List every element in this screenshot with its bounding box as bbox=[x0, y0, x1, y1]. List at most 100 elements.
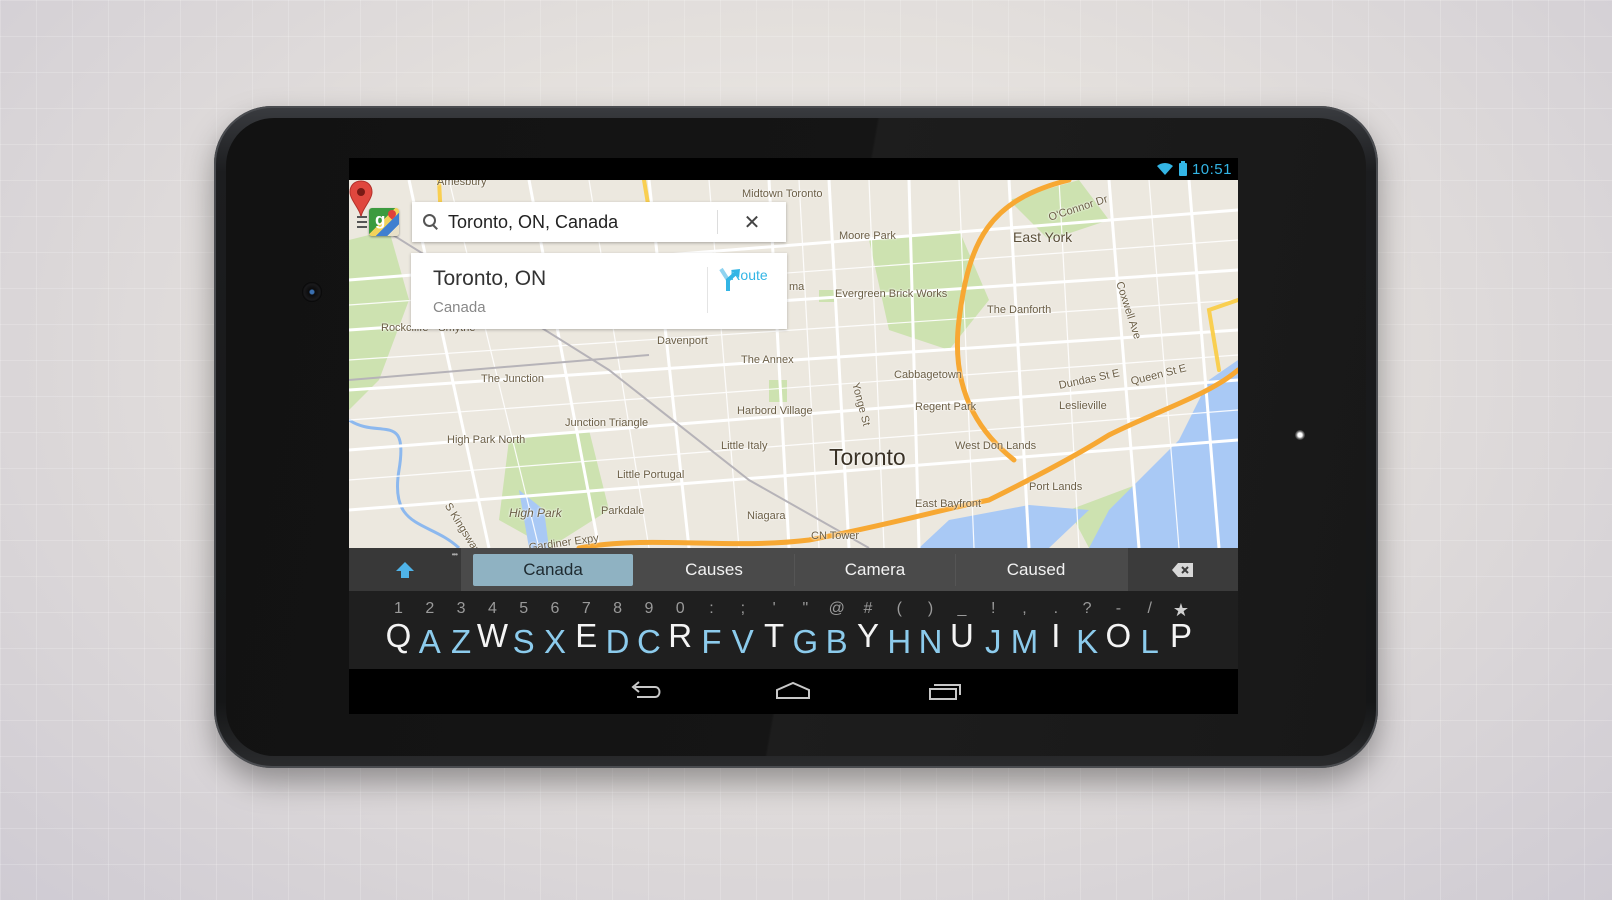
key-symbol: ★ bbox=[1172, 600, 1190, 620]
key-letter: G bbox=[792, 623, 819, 660]
key-h[interactable]: (H bbox=[884, 591, 915, 669]
key-symbol: 1 bbox=[394, 600, 403, 617]
key-e[interactable]: 7E bbox=[571, 591, 602, 669]
key-letter: Y bbox=[856, 617, 879, 654]
key-b[interactable]: @ B bbox=[821, 591, 852, 669]
tablet-screen: 10:51 Amesbury Midtown Toronto O'Connor … bbox=[349, 158, 1238, 714]
system-navigation-bar bbox=[349, 669, 1238, 714]
map-label: East Bayfront bbox=[915, 498, 982, 510]
key-c[interactable]: 9C bbox=[633, 591, 664, 669]
key-symbol: ) bbox=[927, 600, 934, 617]
map-label-city: Toronto bbox=[829, 444, 906, 470]
key-letter: W bbox=[476, 617, 509, 654]
suggestion-causes[interactable]: Causes bbox=[634, 553, 795, 586]
key-q[interactable]: 1Q bbox=[383, 591, 414, 669]
status-time: 10:51 bbox=[1191, 160, 1232, 178]
more-dots-icon: ••• bbox=[451, 550, 458, 559]
notification-light bbox=[1295, 430, 1305, 440]
key-l[interactable]: / L bbox=[1134, 591, 1165, 669]
shift-arrow-icon bbox=[396, 561, 414, 578]
key-letter: D bbox=[605, 623, 630, 660]
key-symbol: ' bbox=[772, 600, 776, 617]
route-button[interactable]: Route bbox=[717, 265, 781, 317]
key-letter: C bbox=[636, 623, 661, 660]
map-label: Port Lands bbox=[1029, 481, 1083, 493]
key-letter: L bbox=[1140, 623, 1159, 660]
key-letter: H bbox=[887, 623, 912, 660]
key-s[interactable]: 5S bbox=[508, 591, 539, 669]
key-symbol: : bbox=[709, 600, 714, 617]
map-label: Parkdale bbox=[601, 505, 645, 517]
map-label: Moore Park bbox=[839, 230, 896, 242]
route-divider bbox=[707, 267, 708, 313]
map-label: Midtown Toronto bbox=[742, 188, 823, 200]
suggestion-camera[interactable]: Camera bbox=[795, 553, 956, 586]
map-label: Regent Park bbox=[915, 401, 977, 413]
key-u[interactable]: _ U bbox=[946, 591, 977, 669]
key-t[interactable]: ' T bbox=[759, 591, 790, 669]
key-symbol: , bbox=[1022, 600, 1027, 617]
key-o[interactable]: -O bbox=[1103, 591, 1134, 669]
search-result-card[interactable]: Toronto, ON Canada Route bbox=[411, 253, 787, 329]
map-label: The Annex bbox=[741, 354, 794, 366]
result-subtitle: Canada bbox=[433, 299, 486, 316]
search-input[interactable] bbox=[448, 207, 717, 237]
map-label: Little Portugal bbox=[617, 469, 685, 481]
key-letter: B bbox=[825, 623, 848, 660]
key-symbol: 5 bbox=[519, 600, 529, 617]
key-n[interactable]: ) N bbox=[915, 591, 946, 669]
key-symbol: ? bbox=[1082, 600, 1092, 617]
menu-icon[interactable] bbox=[357, 216, 367, 228]
map-label: Junction Triangle bbox=[565, 417, 649, 429]
delete-key[interactable] bbox=[1128, 548, 1238, 591]
key-symbol: ! bbox=[990, 600, 996, 617]
map-label: Niagara bbox=[747, 510, 786, 522]
key-r[interactable]: 0R bbox=[665, 591, 696, 669]
key-symbol: - bbox=[1115, 600, 1122, 617]
home-icon[interactable] bbox=[775, 679, 811, 705]
search-bar: ✕ bbox=[412, 202, 786, 242]
key-y[interactable]: # Y bbox=[853, 591, 884, 669]
map-label: The Junction bbox=[481, 373, 544, 385]
key-symbol: @ bbox=[828, 600, 845, 617]
key-symbol: ; bbox=[740, 600, 746, 617]
key-m[interactable]: ,M bbox=[1009, 591, 1040, 669]
key-symbol: # bbox=[863, 600, 873, 617]
map-label: High Park bbox=[509, 506, 562, 520]
keyboard-suggestion-bar: ••• Canada Causes Camera Caused bbox=[349, 548, 1238, 591]
key-letter: S bbox=[512, 623, 535, 660]
key-letter: T bbox=[764, 617, 785, 654]
key-i[interactable]: .I bbox=[1040, 591, 1071, 669]
key-v[interactable]: ; V bbox=[727, 591, 758, 669]
shift-key[interactable]: ••• bbox=[349, 548, 461, 591]
key-symbol: _ bbox=[957, 600, 967, 617]
key-letter: R bbox=[668, 617, 693, 654]
key-g[interactable]: " G bbox=[790, 591, 821, 669]
key-letter: V bbox=[731, 623, 754, 660]
key-j[interactable]: ! J bbox=[978, 591, 1009, 669]
key-letter: X bbox=[543, 623, 566, 660]
status-bar: 10:51 bbox=[349, 158, 1238, 180]
suggestion-canada[interactable]: Canada bbox=[473, 553, 633, 586]
key-f[interactable]: :F bbox=[696, 591, 727, 669]
key-x[interactable]: 6X bbox=[540, 591, 571, 669]
clear-search-icon[interactable]: ✕ bbox=[718, 210, 786, 235]
result-title: Toronto, ON bbox=[433, 267, 547, 290]
key-letter: F bbox=[701, 623, 722, 660]
key-symbol: / bbox=[1147, 600, 1152, 617]
key-d[interactable]: 8D bbox=[602, 591, 633, 669]
key-a[interactable]: 2A bbox=[414, 591, 445, 669]
suggestion-caused[interactable]: Caused bbox=[956, 554, 1116, 586]
recent-apps-icon[interactable] bbox=[927, 679, 963, 705]
key-w[interactable]: 4W bbox=[477, 591, 508, 669]
google-maps-logo[interactable]: g bbox=[369, 208, 399, 236]
key-letter: O bbox=[1105, 617, 1132, 654]
map-view[interactable]: Amesbury Midtown Toronto O'Connor Dr Moo… bbox=[349, 180, 1238, 548]
key-z[interactable]: 3Z bbox=[446, 591, 477, 669]
key-k[interactable]: ? K bbox=[1072, 591, 1103, 669]
map-label: West Don Lands bbox=[955, 440, 1037, 452]
map-label: Little Italy bbox=[721, 440, 768, 452]
map-label: ma bbox=[789, 281, 805, 293]
back-icon[interactable] bbox=[627, 679, 663, 705]
key-p[interactable]: ★ P bbox=[1166, 591, 1197, 669]
